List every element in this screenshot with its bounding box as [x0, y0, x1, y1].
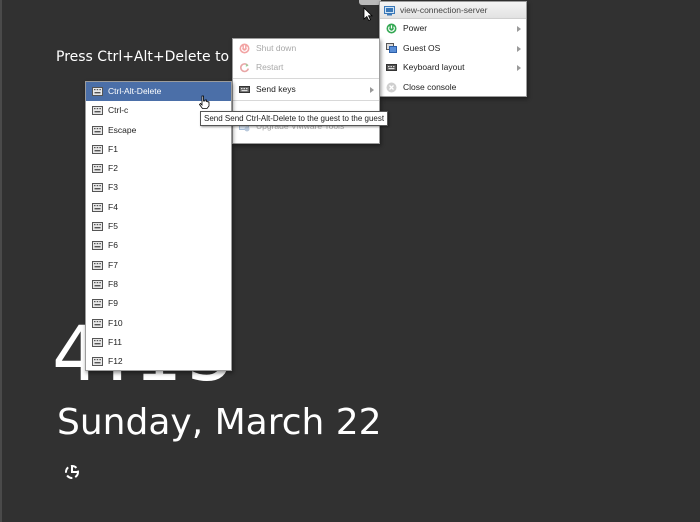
keyboard-key-icon	[92, 183, 103, 193]
send-key-item-f9[interactable]: F9	[86, 294, 231, 313]
send-key-label: F11	[108, 336, 123, 347]
send-key-label: Escape	[108, 124, 137, 135]
vm-icon	[384, 6, 395, 16]
send-key-label: F4	[108, 201, 118, 212]
keyboard-key-icon	[92, 318, 103, 328]
mouse-cursor-icon	[363, 7, 373, 21]
console-menu-header: view-connection-server	[380, 2, 526, 19]
send-key-item-f11[interactable]: F11	[86, 333, 231, 352]
menu-item-keyboard-layout[interactable]: Keyboard layout	[380, 58, 526, 78]
send-key-label: F1	[108, 143, 118, 154]
keyboard-key-icon	[92, 260, 103, 270]
send-key-item-f5[interactable]: F5	[86, 217, 231, 236]
vm-name: view-connection-server	[400, 5, 488, 15]
menu-separator	[233, 78, 379, 79]
submenu-arrow-icon	[517, 65, 521, 71]
tooltip: Send Send Ctrl-Alt-Delete to the guest t…	[200, 111, 389, 126]
keyboard-key-icon	[92, 299, 103, 309]
send-key-item-f2[interactable]: F2	[86, 159, 231, 178]
keyboard-key-icon	[92, 125, 103, 135]
send-key-item-f10[interactable]: F10	[86, 314, 231, 333]
menu-item-label: Send keys	[256, 84, 296, 94]
keyboard-key-icon	[92, 222, 103, 232]
send-key-item-f8[interactable]: F8	[86, 275, 231, 294]
guest-os-icon	[386, 42, 397, 53]
keyboard-key-icon	[92, 202, 103, 212]
menu-item-restart[interactable]: Restart	[233, 58, 379, 77]
menu-item-label: Power	[403, 23, 428, 33]
keyboard-key-icon	[92, 144, 103, 154]
menu-item-guest-os[interactable]: Guest OS	[380, 39, 526, 59]
menu-item-power[interactable]: Power	[380, 19, 526, 39]
keyboard-key-icon	[92, 241, 103, 251]
send-key-item-f1[interactable]: F1	[86, 140, 231, 159]
send-key-label: F3	[108, 182, 118, 193]
keyboard-icon	[386, 64, 397, 71]
submenu-arrow-icon	[517, 45, 521, 52]
send-key-label: F8	[108, 278, 118, 289]
send-key-label: F6	[108, 240, 118, 251]
keyboard-key-icon	[92, 106, 103, 116]
send-key-item-f4[interactable]: F4	[86, 198, 231, 217]
keyboard-key-icon	[92, 164, 103, 174]
ease-of-access-icon[interactable]	[62, 462, 82, 482]
console-toolbar-tab[interactable]	[359, 0, 381, 5]
shut-down-icon	[239, 43, 250, 54]
keyboard-icon	[239, 86, 250, 93]
send-key-label: Ctrl-Alt-Delete	[108, 86, 162, 96]
guest-os-submenu: Shut down Restart Send keys Upgrade VMwa…	[232, 38, 380, 144]
keyboard-key-icon	[92, 87, 103, 96]
console-menu: view-connection-server Power Guest OS Ke…	[379, 1, 527, 97]
hand-cursor-icon	[198, 95, 210, 109]
send-key-label: Ctrl-c	[108, 105, 129, 116]
send-key-item-f6[interactable]: F6	[86, 236, 231, 255]
restart-icon	[240, 63, 250, 73]
menu-item-shut-down[interactable]: Shut down	[233, 39, 379, 58]
menu-item-label: Restart	[256, 62, 284, 72]
menu-item-close-console[interactable]: Close console	[380, 78, 526, 98]
submenu-arrow-icon	[517, 26, 521, 32]
send-key-label: F12	[108, 356, 123, 367]
menu-item-label: Close console	[403, 81, 457, 92]
menu-item-label: Keyboard layout	[403, 62, 465, 72]
menu-separator	[233, 100, 379, 101]
send-key-item-f12[interactable]: F12	[86, 352, 231, 371]
window-edge	[0, 0, 2, 522]
menu-item-label: Guest OS	[403, 42, 441, 53]
send-key-item-f3[interactable]: F3	[86, 178, 231, 197]
keyboard-key-icon	[92, 279, 103, 289]
close-icon	[386, 82, 397, 92]
menu-item-send-keys[interactable]: Send keys	[233, 80, 379, 99]
send-key-label: F5	[108, 221, 118, 232]
send-key-label: F2	[108, 163, 118, 174]
send-key-label: F10	[108, 317, 123, 328]
send-key-label: F9	[108, 298, 118, 309]
keyboard-key-icon	[92, 357, 103, 367]
keyboard-key-icon	[92, 337, 103, 347]
power-icon	[386, 23, 397, 34]
menu-item-label: Shut down	[256, 43, 297, 53]
lock-date: Sunday, March 22	[57, 402, 382, 443]
send-key-label: F7	[108, 259, 118, 270]
send-key-item-f7[interactable]: F7	[86, 256, 231, 275]
submenu-arrow-icon	[370, 87, 374, 93]
